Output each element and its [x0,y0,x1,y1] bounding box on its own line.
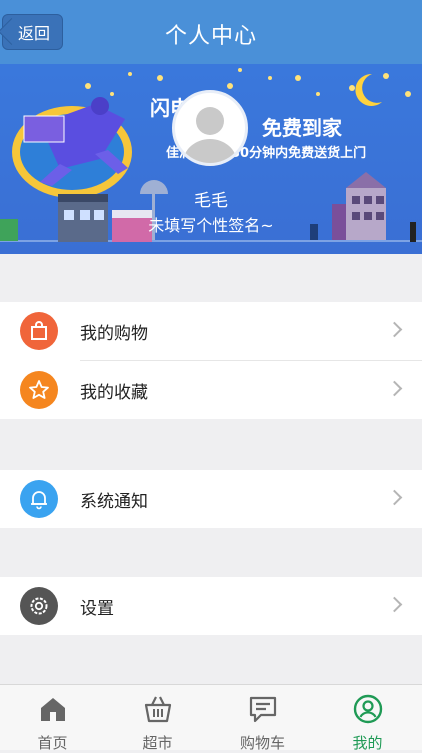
default-avatar-icon [183,107,237,163]
signature[interactable]: 未填写个性签名~ [0,212,422,236]
avatar[interactable] [172,90,248,166]
menu-item-label: 设置 [80,599,114,619]
menu-item-label: 系统通知 [80,492,148,512]
menu-item-my-shopping[interactable]: 我的购物 [0,302,422,360]
banner-slogan-line2: 免费到家 [262,116,342,140]
username: 毛毛 [194,191,228,211]
home-icon [41,698,65,721]
tab-mine[interactable]: 我的 [315,685,420,752]
chevron-right-icon [386,321,403,338]
settings-gear-icon [20,587,58,625]
chevron-right-icon [386,380,403,397]
bell-icon [20,480,58,518]
menu-item-label: 我的购物 [80,324,148,344]
shopping-bag-icon [20,312,58,350]
menu-group-settings: 设置 [0,577,422,635]
star-icon [20,371,58,409]
menu-item-label: 我的收藏 [80,383,148,403]
profile-banner: 闪电送货 免费到家 佳满快选：30分钟内免费送货上门 毛毛 未填写个性签名~ [0,64,422,254]
nav-header: 返回 个人中心 [0,0,422,64]
chevron-right-icon [386,596,403,613]
basket-icon [144,696,172,723]
tab-cart[interactable]: 购物车 [210,685,315,752]
tab-supermarket[interactable]: 超市 [105,685,210,752]
menu-group-notifications: 系统通知 [0,470,422,528]
menu-item-my-favorites[interactable]: 我的收藏 [0,361,422,419]
tab-home[interactable]: 首页 [0,685,105,752]
page-title: 个人中心 [164,24,257,49]
menu-item-settings[interactable]: 设置 [0,577,422,635]
bottom-tab-bar: 首页 超市 购物车 我的 [0,684,422,752]
menu-item-system-notice[interactable]: 系统通知 [0,470,422,528]
menu-group-shopping: 我的购物 我的收藏 [0,302,422,419]
chat-cart-icon [249,696,277,723]
user-icon [353,694,383,724]
chevron-right-icon [386,489,403,506]
